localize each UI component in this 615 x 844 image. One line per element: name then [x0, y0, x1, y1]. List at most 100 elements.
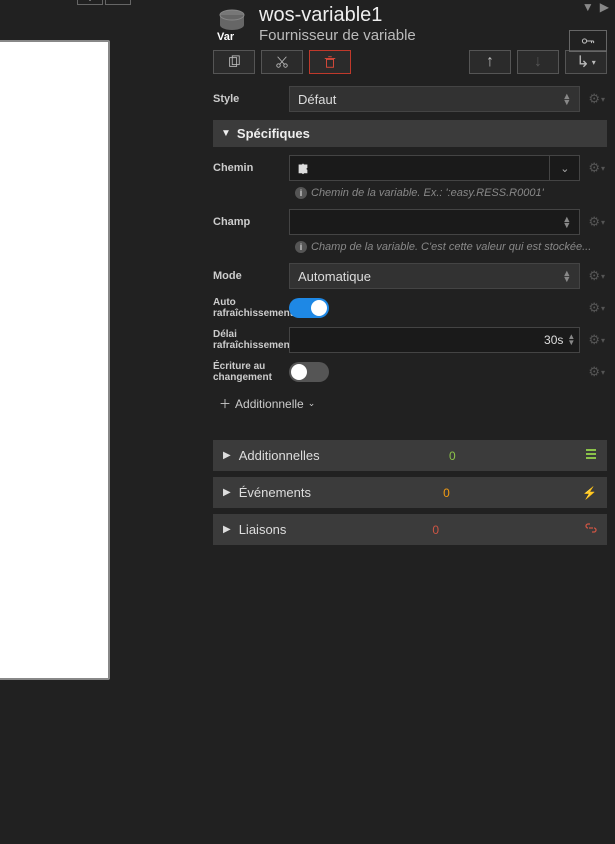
cut-button[interactable]	[261, 50, 303, 74]
copy-button[interactable]	[213, 50, 255, 74]
inspector-header: Var wos-variable1 Fournisseur de variabl…	[205, 0, 615, 44]
align-icon	[111, 0, 125, 1]
move-up-button[interactable]: ↑	[469, 50, 511, 74]
section-count: 0	[449, 449, 456, 463]
chemin-label: Chemin	[213, 162, 283, 174]
write-on-change-toggle[interactable]	[289, 362, 329, 382]
action-toolbar: ↑ ↓ ↳▾	[205, 44, 615, 82]
chemin-gear[interactable]: ⚙▾	[586, 160, 607, 176]
champ-hint: i Champ de la variable. C'est cette vale…	[205, 239, 615, 259]
link-icon	[585, 522, 597, 537]
key-icon	[581, 34, 595, 48]
write-on-change-row: Écriture au changement ⚙▾	[205, 357, 615, 387]
trash-icon	[323, 55, 337, 69]
style-row: Style Défaut ▲▼ ⚙▾	[205, 82, 615, 116]
mode-label: Mode	[213, 270, 283, 282]
chevron-down-icon: ⌄	[308, 398, 316, 409]
plus-icon: ＋	[219, 395, 231, 412]
mode-select[interactable]: Automatique ▲▼	[289, 263, 580, 289]
chevron-down-icon: ▾	[601, 304, 605, 313]
triangle-right-icon: ▶	[223, 450, 231, 461]
auto-refresh-row: Auto rafraîchissement ⚙▾	[205, 293, 615, 323]
variable-icon: Var	[213, 5, 251, 43]
chemin-hint-text: Chemin de la variable. Ex.: ':easy.RESS.…	[311, 187, 544, 199]
chevron-down-icon: ▾	[601, 218, 605, 227]
write-on-change-gear[interactable]: ⚙▾	[586, 364, 607, 380]
chevron-down-icon: ⌄	[560, 162, 569, 175]
champ-gear[interactable]: ⚙▾	[586, 214, 607, 230]
more-actions-button[interactable]: ↳▾	[565, 50, 607, 74]
champ-hint-text: Champ de la variable. C'est cette valeur…	[311, 241, 591, 253]
style-value: Défaut	[298, 92, 336, 107]
delete-button[interactable]	[309, 50, 351, 74]
scissors-icon	[275, 55, 289, 69]
style-gear[interactable]: ⚙▾	[586, 91, 607, 107]
chevron-down-icon: ▾	[601, 336, 605, 345]
champ-label: Champ	[213, 216, 283, 228]
triangle-right-icon: ▶	[223, 524, 231, 535]
variable-icon-label: Var	[217, 31, 234, 43]
object-type: Fournisseur de variable	[259, 27, 609, 44]
updown-icon: ▲▼	[562, 93, 571, 106]
info-icon: i	[295, 187, 307, 199]
gear-icon: ⚙	[588, 300, 600, 316]
refresh-delay-gear[interactable]: ⚙▾	[586, 332, 607, 348]
chevron-down-icon: ▾	[592, 58, 596, 67]
spinner-icon[interactable]: ▲▼	[567, 334, 575, 347]
inspector-panel: Var wos-variable1 Fournisseur de variabl…	[205, 0, 615, 844]
puzzle-icon	[296, 161, 310, 175]
mode-row: Mode Automatique ▲▼ ⚙▾	[205, 259, 615, 293]
canvas-area[interactable]	[0, 40, 110, 680]
champ-select[interactable]: ▲▼	[289, 209, 580, 235]
style-label: Style	[213, 93, 283, 105]
auto-refresh-toggle[interactable]	[289, 298, 329, 318]
section-evenements[interactable]: ▶ Événements 0 ⚡	[213, 477, 607, 508]
chevron-down-icon: ▾	[601, 368, 605, 377]
mode-gear[interactable]: ⚙▾	[586, 268, 607, 284]
redirect-icon: ↳	[576, 52, 589, 72]
move-down-button[interactable]: ↓	[517, 50, 559, 74]
triangle-down-icon: ▼	[221, 128, 231, 139]
tool-button-2[interactable]	[105, 0, 131, 5]
arrow-up-icon: ↑	[486, 53, 494, 71]
copy-icon	[227, 55, 241, 69]
gear-icon: ⚙	[588, 214, 600, 230]
header-down-icon[interactable]: ▼	[582, 0, 594, 14]
triangle-right-icon: ▶	[223, 487, 231, 498]
auto-refresh-label: Auto rafraîchissement	[213, 297, 283, 319]
chemin-input[interactable]	[289, 155, 550, 181]
section-count: 0	[432, 523, 439, 537]
bolt-icon: ⚡	[582, 486, 597, 500]
write-on-change-label: Écriture au changement	[213, 361, 283, 383]
chevron-down-icon: ▾	[601, 272, 605, 281]
champ-row: Champ ▲▼ ⚙▾	[205, 205, 615, 239]
chemin-dropdown[interactable]: ⌄	[550, 155, 580, 181]
section-label: Liaisons	[239, 522, 287, 537]
gear-icon: ⚙	[588, 91, 600, 107]
section-label: Additionnelles	[239, 448, 320, 463]
auto-refresh-gear[interactable]: ⚙▾	[586, 300, 607, 316]
mode-value: Automatique	[298, 269, 371, 284]
tool-button-1[interactable]	[77, 0, 103, 5]
section-additionnelles[interactable]: ▶ Additionnelles 0	[213, 440, 607, 471]
header-next-icon[interactable]: ▶	[600, 0, 609, 14]
section-specifiques-header[interactable]: ▼ Spécifiques	[213, 120, 607, 147]
chemin-hint: i Chemin de la variable. Ex.: ':easy.RES…	[205, 185, 615, 205]
top-toolbar: 1080px ▾	[0, 0, 131, 8]
key-button[interactable]	[569, 30, 607, 52]
section-liaisons[interactable]: ▶ Liaisons 0	[213, 514, 607, 545]
updown-icon: ▲▼	[562, 270, 571, 283]
chevron-down-icon: ▾	[601, 95, 605, 104]
style-select[interactable]: Défaut ▲▼	[289, 86, 580, 112]
gear-icon: ⚙	[588, 268, 600, 284]
additional-button[interactable]: ＋ Additionnelle ⌄	[205, 387, 615, 420]
refresh-delay-row: Délai rafraîchissement 30s ▲▼ ⚙▾	[205, 323, 615, 357]
section-label: Événements	[239, 485, 311, 500]
refresh-delay-label: Délai rafraîchissement	[213, 329, 283, 351]
refresh-delay-input[interactable]: 30s ▲▼	[289, 327, 580, 353]
section-title: Spécifiques	[237, 126, 310, 141]
additional-label: Additionnelle	[235, 397, 304, 411]
chemin-row: Chemin ⌄ ⚙▾	[205, 151, 615, 185]
section-count: 0	[443, 486, 450, 500]
shape-icon	[83, 0, 97, 1]
